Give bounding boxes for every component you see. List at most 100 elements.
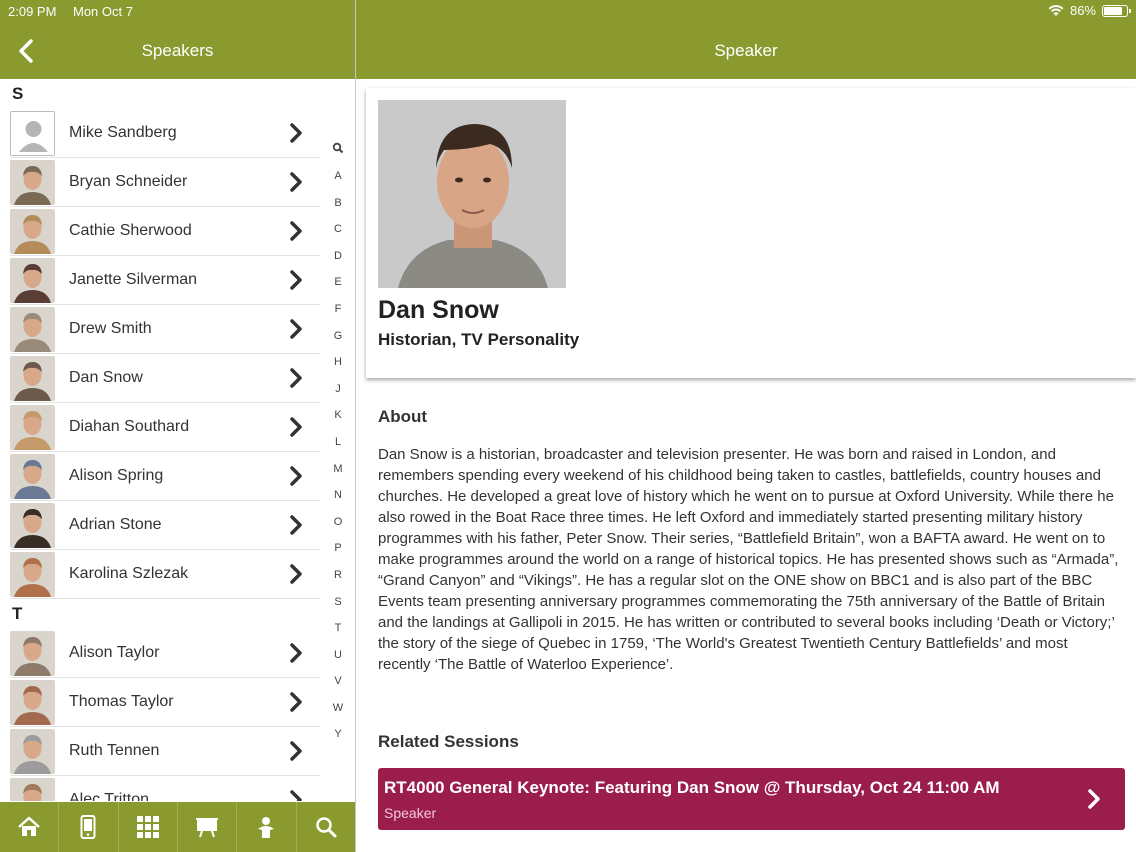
speaker-name: Alec Tritton: [69, 791, 150, 801]
speaker-row[interactable]: Drew Smith: [10, 305, 320, 354]
tab-mobile[interactable]: [59, 802, 119, 852]
speaker-name: Adrian Stone: [69, 516, 162, 533]
speaker-profile-card: Dan Snow Historian, TV Personality: [366, 88, 1136, 378]
avatar: [10, 404, 55, 450]
session-title: RT4000 General Keynote: Featuring Dan Sn…: [384, 778, 1000, 797]
tab-speakers[interactable]: [237, 802, 297, 852]
tab-sessions[interactable]: [178, 802, 238, 852]
session-card[interactable]: RT4000 General Keynote: Featuring Dan Sn…: [378, 768, 1125, 830]
speaker-row[interactable]: Alison Taylor: [10, 629, 320, 678]
speaker-icon: [258, 817, 275, 838]
tab-bar: [0, 802, 355, 852]
chevron-right-icon: [290, 123, 302, 143]
search-icon: [316, 817, 337, 838]
index-letter[interactable]: W: [333, 700, 343, 727]
speaker-role: Historian, TV Personality: [378, 330, 580, 349]
chevron-right-icon: [1088, 789, 1100, 809]
chevron-right-icon: [290, 221, 302, 241]
avatar: [10, 306, 55, 352]
index-letter[interactable]: J: [335, 381, 341, 408]
speaker-row[interactable]: Janette Silverman: [10, 256, 320, 305]
index-letter[interactable]: E: [334, 274, 341, 301]
index-letter[interactable]: B: [334, 195, 341, 222]
index-letter[interactable]: O: [334, 514, 343, 541]
presentation-icon: [196, 818, 219, 838]
about-text: Dan Snow is a historian, broadcaster and…: [378, 446, 1119, 673]
speaker-row[interactable]: Karolina Szlezak: [10, 550, 320, 599]
index-letter[interactable]: H: [334, 354, 342, 381]
related-sessions-heading: Related Sessions: [378, 732, 519, 751]
index-letter[interactable]: N: [334, 487, 342, 514]
avatar: [10, 257, 55, 303]
index-letter[interactable]: S: [334, 594, 341, 621]
avatar: [10, 453, 55, 499]
battery-percent: 86%: [1069, 3, 1096, 18]
index-letter[interactable]: A: [334, 168, 341, 195]
index-letter[interactable]: K: [334, 407, 341, 434]
index-letter[interactable]: D: [334, 248, 342, 275]
section-header: S: [12, 84, 24, 103]
speaker-name: Karolina Szlezak: [69, 565, 189, 582]
index-letter[interactable]: R: [334, 567, 342, 594]
index-letter[interactable]: L: [335, 434, 341, 461]
chevron-right-icon: [290, 515, 302, 535]
speaker-photo: [378, 100, 566, 288]
chevron-right-icon: [290, 172, 302, 192]
alphabet-index[interactable]: ABCDEFGHJKLMNOPRSTUVWY: [328, 142, 348, 753]
about-heading: About: [378, 407, 428, 426]
speaker-row[interactable]: Dan Snow: [10, 354, 320, 403]
index-letter[interactable]: Y: [334, 726, 341, 753]
chevron-right-icon: [290, 368, 302, 388]
wifi-icon: [1048, 4, 1064, 16]
index-letter[interactable]: M: [333, 461, 342, 488]
speaker-name: Cathie Sherwood: [69, 222, 192, 239]
index-letter[interactable]: G: [334, 328, 343, 355]
speaker-row[interactable]: Alison Spring: [10, 452, 320, 501]
chevron-right-icon: [290, 466, 302, 486]
chevron-right-icon: [290, 270, 302, 290]
chevron-right-icon: [290, 643, 302, 663]
index-letter[interactable]: F: [335, 301, 342, 328]
tab-search[interactable]: [297, 802, 355, 852]
avatar: [10, 777, 55, 801]
speakers-header: 2:09 PM Mon Oct 7 Speakers: [0, 0, 355, 79]
speaker-name: Alison Taylor: [69, 644, 160, 661]
speaker-name: Alison Spring: [69, 467, 164, 484]
index-letter[interactable]: C: [334, 221, 342, 248]
chevron-right-icon: [290, 564, 302, 584]
index-letter[interactable]: V: [334, 673, 341, 700]
speaker-row[interactable]: Mike Sandberg: [10, 109, 320, 158]
speakers-title: Speakers: [141, 41, 214, 60]
index-search-icon[interactable]: [332, 142, 344, 154]
status-date: Mon Oct 7: [73, 4, 133, 19]
battery-icon: [1102, 4, 1131, 17]
speaker-row[interactable]: Thomas Taylor: [10, 678, 320, 727]
index-letter[interactable]: U: [334, 647, 342, 674]
speaker-name: Dan Snow: [378, 296, 499, 324]
speaker-row[interactable]: Cathie Sherwood: [10, 207, 320, 256]
speaker-name: Drew Smith: [69, 320, 152, 337]
chevron-right-icon: [290, 417, 302, 437]
tab-grid[interactable]: [119, 802, 178, 852]
session-role: Speaker: [384, 805, 437, 821]
speaker-header: 86% Speaker: [356, 0, 1136, 79]
speaker-row[interactable]: Diahan Southard: [10, 403, 320, 452]
speaker-list[interactable]: S Mike Sandberg Bryan Schneider Cathie Sher…: [0, 79, 355, 801]
speaker-row[interactable]: Adrian Stone: [10, 501, 320, 550]
app-root: 2:09 PM Mon Oct 7 Speakers 86% Speaker S…: [0, 0, 1136, 852]
tab-home[interactable]: [0, 802, 60, 852]
avatar: [10, 728, 55, 774]
speaker-name: Janette Silverman: [69, 271, 198, 288]
speaker-row[interactable]: Bryan Schneider: [10, 158, 320, 207]
speaker-row[interactable]: Ruth Tennen: [10, 727, 320, 776]
index-letter[interactable]: P: [334, 540, 341, 567]
chevron-right-icon: [290, 741, 302, 761]
pane-divider: [355, 0, 356, 852]
speaker-row[interactable]: Alec Tritton: [10, 776, 320, 801]
avatar: [10, 355, 55, 401]
index-letter[interactable]: T: [335, 620, 342, 647]
mobile-icon: [80, 815, 96, 839]
speaker-title: Speaker: [714, 41, 778, 60]
home-icon: [18, 816, 40, 836]
avatar: [10, 551, 55, 597]
